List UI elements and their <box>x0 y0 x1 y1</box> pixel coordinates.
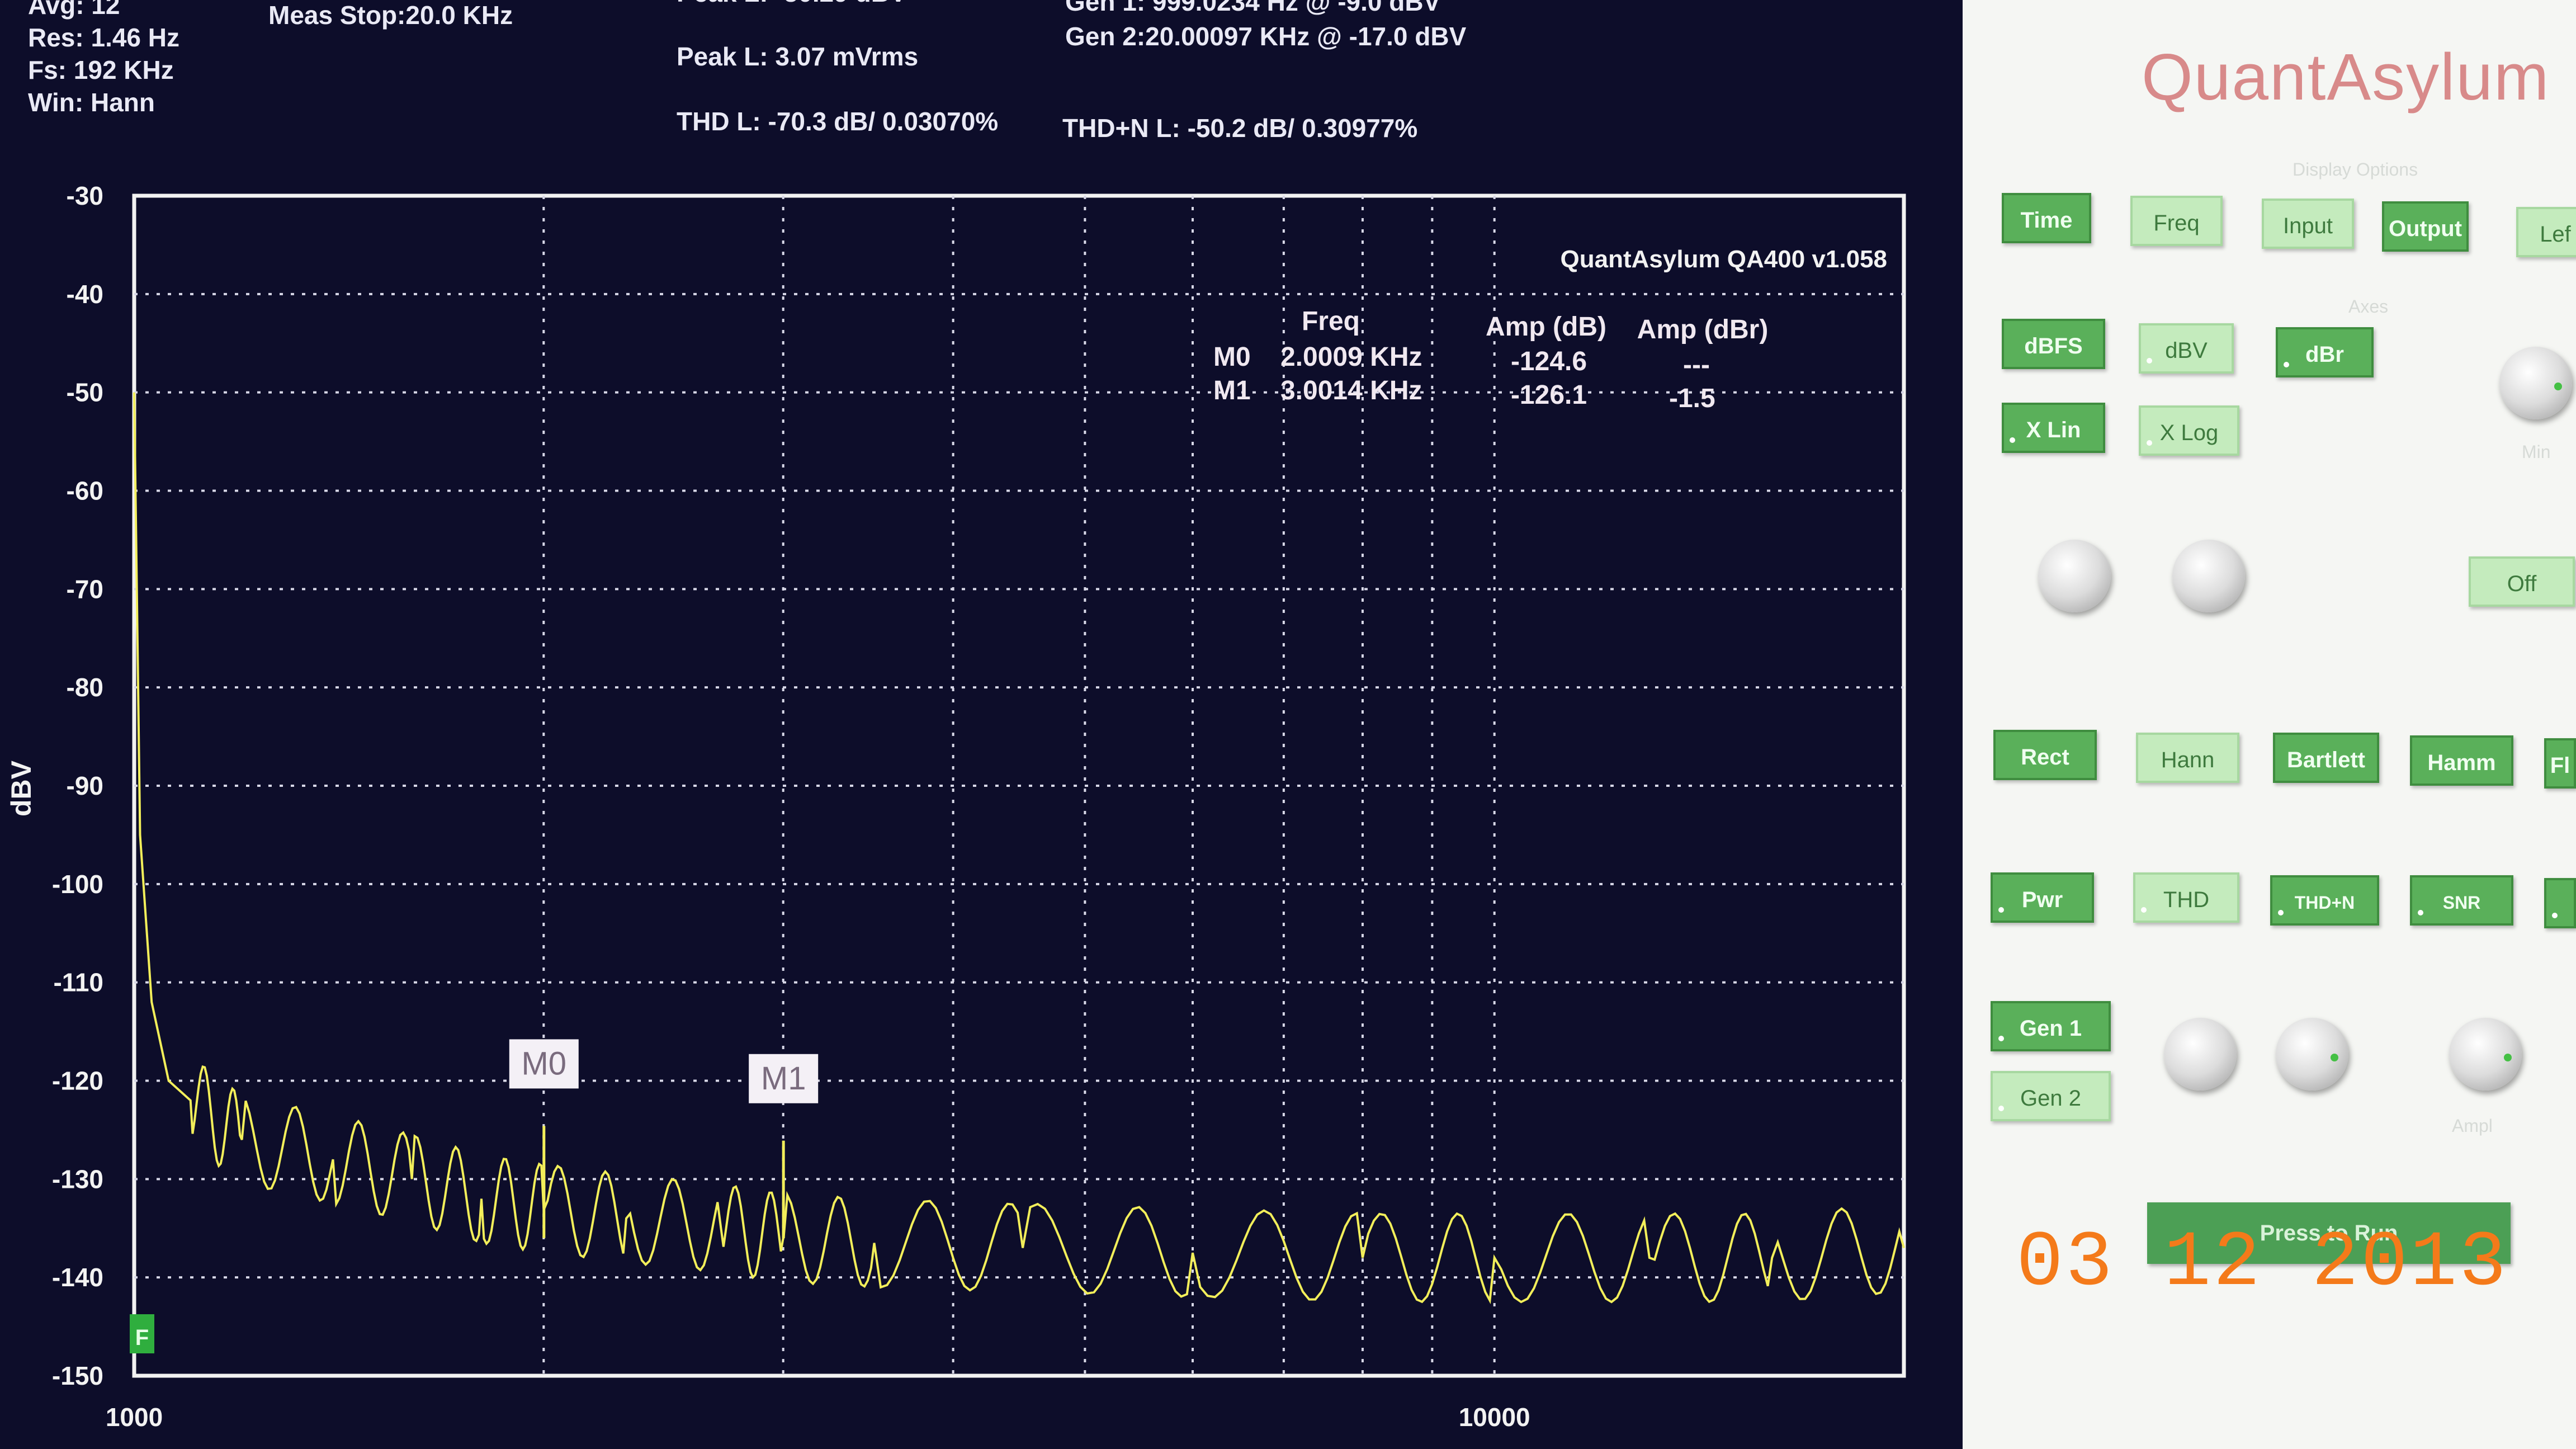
meas-pwr-button[interactable]: Pwr <box>1991 872 2094 923</box>
view-time-button[interactable]: Time <box>2002 193 2091 243</box>
avg-knob[interactable] <box>2172 540 2245 612</box>
y-tick-label: -60 <box>67 476 103 506</box>
gen1-button[interactable]: Gen 1 <box>1991 1001 2111 1051</box>
marker-row-amp-db: -126.1 <box>1511 380 1587 410</box>
meas-extra-button[interactable] <box>2544 878 2576 928</box>
x-tick-label: 1000 <box>106 1403 163 1432</box>
y-axis-label: dBV <box>6 760 37 816</box>
meas-snr-button[interactable]: SNR <box>2410 875 2513 926</box>
marker-label: M0 <box>521 1045 566 1082</box>
window-hann-button[interactable]: Hann <box>2136 733 2239 783</box>
y-tick-label: -120 <box>52 1066 103 1096</box>
unit-dbfs-button[interactable]: dBFS <box>2002 319 2105 369</box>
y-tick-label: -130 <box>52 1164 103 1193</box>
y-tick-label: -100 <box>52 870 103 899</box>
marker-row-freq: 3.0014 KHz <box>1280 376 1422 405</box>
y-tick-label: -90 <box>67 771 103 800</box>
y-tick-label: -140 <box>52 1263 103 1292</box>
ampl-label: Ampl <box>2452 1116 2493 1136</box>
x-tick-labels: 1000 10000 <box>106 1403 1530 1432</box>
view-left-button[interactable]: Lef <box>2516 207 2576 257</box>
y-tick-label: -40 <box>67 280 103 309</box>
y-tick-label: -110 <box>53 968 103 997</box>
spectrum-series-line <box>133 392 1905 1305</box>
marker-row-name: M0 <box>1213 342 1251 372</box>
y-tick-label: -30 <box>67 181 103 210</box>
y-tick-label: -80 <box>67 673 103 702</box>
view-input-button[interactable]: Input <box>2262 199 2354 249</box>
min-label: Min <box>2522 442 2551 462</box>
control-panel: QuantAsylum Display Options Time Freq In… <box>1963 0 2576 1449</box>
f-flag-label: F <box>135 1325 149 1350</box>
gen2-button[interactable]: Gen 2 <box>1991 1071 2111 1121</box>
gen-level-knob[interactable] <box>2276 1018 2348 1091</box>
analyzer-screen: Avg: 12 Res: 1.46 Hz Fs: 192 KHz Win: Ha… <box>0 0 1963 1449</box>
marker-col-amp-dbr: Amp (dBr) <box>1637 315 1769 344</box>
scale-xlog-button[interactable]: X Log <box>2139 405 2239 456</box>
marker-row-name: M1 <box>1213 376 1251 405</box>
window-rect-button[interactable]: Rect <box>1993 730 2097 780</box>
brand-logo: QuantAsylum <box>2142 40 2550 114</box>
window-hamm-button[interactable]: Hamm <box>2410 735 2513 786</box>
averages-knob[interactable] <box>2038 540 2111 612</box>
window-bartlett-button[interactable]: Bartlett <box>2273 733 2379 783</box>
marker-row-amp-dbr: -1.5 <box>1669 384 1715 413</box>
marker-row-freq: 2.0009 KHz <box>1280 342 1422 372</box>
marker-col-freq: Freq <box>1302 306 1360 336</box>
axes-label: Axes <box>2348 296 2389 317</box>
marker-label: M1 <box>761 1060 806 1097</box>
spectrum-plot[interactable]: -30 -40 -50 -60 -70 -80 -90 -100 -110 -120 -130 -14… <box>0 0 1963 1449</box>
off-button[interactable]: Off <box>2469 556 2575 607</box>
view-freq-button[interactable]: Freq <box>2130 196 2223 246</box>
display-options-label: Display Options <box>2293 159 2418 180</box>
meas-thdn-button[interactable]: THD+N <box>2270 875 2379 926</box>
view-output-button[interactable]: Output <box>2382 201 2469 252</box>
gen-freq-knob[interactable] <box>2164 1018 2237 1091</box>
marker-row-amp-dbr: --- <box>1683 350 1710 380</box>
marker-col-amp-db: Amp (dB) <box>1486 312 1606 342</box>
x-tick-label: 10000 <box>1459 1403 1530 1432</box>
y-tick-label: -70 <box>67 574 103 603</box>
scale-xlin-button[interactable]: X Lin <box>2002 403 2105 453</box>
y-tick-label: -50 <box>67 378 103 407</box>
meas-thd-button[interactable]: THD <box>2133 872 2239 923</box>
unit-dbr-button[interactable]: dBr <box>2276 327 2374 377</box>
gen-ampl-knob[interactable] <box>2449 1018 2522 1091</box>
marker-table: Freq Amp (dB) Amp (dBr) M0 2.0009 KHz -1… <box>1213 306 1768 413</box>
min-knob[interactable] <box>2499 347 2572 419</box>
marker-layer: M0 M1 <box>509 1039 819 1238</box>
marker-row-amp-db: -124.6 <box>1511 347 1587 376</box>
y-tick-labels: -30 -40 -50 -60 -70 -80 -90 -100 -110 -120 -130 -14… <box>52 181 103 1390</box>
date-stamp: 03 12 2013 <box>2016 1219 2509 1308</box>
unit-dbv-button[interactable]: dBV <box>2139 323 2234 374</box>
version-label: QuantAsylum QA400 v1.058 <box>1561 246 1887 273</box>
grid-layer <box>134 196 1904 1376</box>
y-tick-label: -150 <box>52 1361 103 1390</box>
window-flat-button[interactable]: Fl <box>2544 738 2576 789</box>
